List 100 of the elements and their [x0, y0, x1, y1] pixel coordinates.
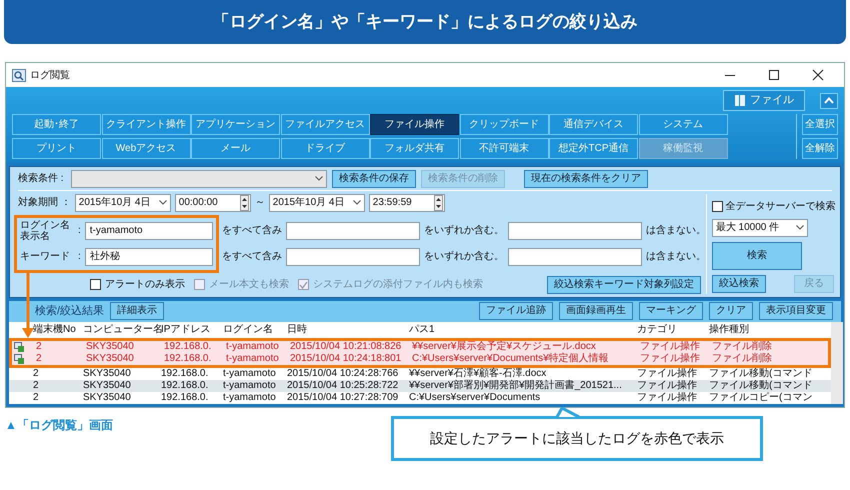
table-cell-text: SKY35040 — [82, 368, 132, 380]
table-row[interactable]: 2 SKY35040 192.168.0. t-yamamoto 2015/10/04 10:25:28:722 ¥¥server¥部署別¥開発部¥開発計画書_201521... ファイル操作 ファイル移動(コマンド — [9, 380, 831, 392]
filter-field[interactable]: t-yamamoto — [84, 222, 213, 240]
action-button[interactable]: ファイル追跡 — [479, 302, 553, 320]
table-cell-text: 2015/10/04 10:25:28:722 — [286, 380, 400, 392]
filter-field[interactable]: 社外秘 — [84, 248, 213, 266]
column-header[interactable]: パス1 — [407, 322, 635, 338]
column-header[interactable]: ログイン名 — [221, 322, 285, 338]
spinner-arrows-icon[interactable] — [434, 194, 443, 210]
checkmark-icon — [299, 280, 308, 288]
table-row[interactable]: 2 SKY35040 192.168.0. t-yamamoto 2015/10/04 10:27:28:709 C:¥Users¥server¥Documents ファイル操作 ファイルコピー(コマン — [9, 392, 831, 404]
date-value: 2015年10月 4日 — [78, 196, 150, 210]
callout-text: 設定したアラートに該当したログを赤色で表示 — [430, 428, 724, 448]
max-results-dropdown[interactable]: 最大 10000 件 — [712, 218, 808, 236]
table-cell-text: 2 — [32, 380, 40, 392]
condition-text: は含まない。 — [646, 250, 706, 264]
table-cell-text: SKY35040 — [82, 380, 132, 392]
date-dropdown[interactable]: 2015年10月 4日 — [74, 194, 171, 212]
collapse-button[interactable] — [820, 92, 838, 108]
table-cell-text: t-yamamoto — [222, 392, 277, 404]
action-button[interactable]: 画面録画再生 — [559, 302, 633, 320]
table-cell-text: ファイル操作 — [639, 352, 701, 364]
condition-button[interactable]: 現在の検索条件をクリア — [524, 170, 648, 188]
field-label: キーワード — [20, 251, 71, 262]
time-field[interactable]: 23:59:59 — [368, 194, 445, 212]
table-cell-text: ¥¥server¥石澤¥顧客-石澤.docx — [408, 368, 548, 380]
banner-title: 「ログイン名」や「キーワード」によるログの絞り込み — [212, 11, 638, 34]
time-field[interactable]: 00:00:00 — [174, 194, 251, 212]
option-label: アラートのみ表示 — [105, 278, 185, 292]
table-cell-text: SKY35040 — [82, 392, 132, 404]
condition-text: をすべて含み — [222, 250, 282, 264]
scrollbar[interactable] — [831, 322, 843, 404]
dropdown-caret-icon[interactable] — [352, 200, 361, 205]
checkbox[interactable] — [90, 279, 101, 290]
table-cell-text: ファイルコピー(コマン — [708, 392, 814, 404]
column-header[interactable]: 操作種別 — [707, 322, 825, 338]
field-label: 表示名 — [20, 230, 51, 242]
column-header[interactable]: カテゴリ — [635, 322, 707, 338]
file-menu-button[interactable]: ファイル — [723, 90, 805, 111]
action-button[interactable]: 表示項目変更 — [759, 302, 833, 320]
column-header[interactable]: コンピューター名 — [81, 322, 159, 338]
window-title: ログ閲覧 — [30, 68, 71, 82]
condition-text: をいずれか含む。 — [424, 224, 504, 238]
table-cell-text: ファイル削除 — [711, 340, 773, 352]
checkbox[interactable] — [712, 200, 723, 212]
dropdown-caret-icon[interactable] — [158, 200, 167, 205]
option-label: システムログの添付ファイル内も検索 — [313, 278, 483, 292]
condition-button[interactable]: 検索条件の保存 — [332, 170, 416, 188]
table-cell-text: 2015/10/04 10:24:18:801 — [289, 352, 402, 364]
date-dropdown[interactable]: 2015年10月 4日 — [268, 194, 365, 212]
label-colon: : — [78, 224, 81, 238]
table-cell-text: C:¥Users¥server¥Documents — [408, 392, 542, 404]
column-settings-button[interactable]: 絞込検索キーワード対象列設定 — [546, 276, 701, 294]
table-cell-text: 2015/10/04 10:21:08:826 — [289, 340, 402, 352]
spinner-arrows-icon[interactable] — [240, 194, 249, 210]
filter-field[interactable] — [508, 248, 642, 266]
time-value: 00:00:00 — [178, 196, 218, 210]
time-value: 23:59:59 — [372, 196, 412, 210]
table-cell-text: ファイル移動(コマンド — [708, 380, 814, 392]
table-row[interactable]: 2 SKY35040 192.168.0. t-yamamoto 2015/10/04 10:21:08:826 ¥¥server¥展示会予定¥スケジュール.docx ファイル操作 ファイル削除 — [12, 340, 828, 352]
condition-text: をすべて含み — [222, 224, 282, 238]
table-cell-text: 192.168.0. — [163, 352, 212, 364]
field-label: ログイン名 — [20, 220, 71, 230]
condition-text: をいずれか含む。 — [424, 250, 504, 264]
table-cell-text: ファイル操作 — [636, 392, 698, 404]
action-button[interactable]: クリア — [709, 302, 753, 320]
table-cell-text: SKY35040 — [85, 352, 135, 364]
field-label: 検索条件 : — [18, 172, 64, 186]
app-icon — [12, 68, 26, 82]
table-cell-text: ファイル操作 — [636, 368, 698, 380]
table-cell-text: ¥¥server¥部署別¥開発部¥開発計画書_201521... — [408, 380, 623, 392]
filter-field[interactable] — [508, 222, 642, 240]
computer-icon — [14, 342, 24, 352]
table-cell-text: ファイル操作 — [639, 340, 701, 352]
table-cell-text: 192.168.0. — [160, 368, 210, 380]
table-cell-text: C:¥Users¥server¥Documents¥特定個人情報 — [411, 352, 610, 364]
dropdown-caret-icon[interactable] — [315, 176, 324, 181]
dropdown-caret-icon[interactable] — [796, 225, 804, 230]
column-header[interactable]: 日時 — [285, 322, 407, 338]
table-cell-text: t-yamamoto — [225, 352, 280, 364]
option-label: 全データサーバーで検索 — [725, 200, 836, 214]
computer-icon — [14, 354, 24, 364]
table-row[interactable]: 2 SKY35040 192.168.0. t-yamamoto 2015/10/04 10:24:18:801 C:¥Users¥server¥Documents¥特定個人情報 ファイル操作 ファイル削除 — [12, 352, 828, 364]
table-cell-text: 192.168.0. — [160, 380, 210, 392]
table-cell-text: 2015/10/04 10:27:28:709 — [286, 392, 400, 404]
search-button[interactable]: 検索 — [712, 242, 802, 270]
table-cell-text: t-yamamoto — [225, 340, 280, 352]
filter-field[interactable] — [286, 248, 420, 266]
table-cell-text: 2 — [32, 368, 40, 380]
book-icon — [734, 94, 746, 107]
date-value: 2015年10月 4日 — [272, 196, 344, 210]
detail-button[interactable]: 詳細表示 — [110, 302, 164, 320]
chevron-up-icon — [824, 97, 834, 104]
column-header[interactable]: 端末機No — [31, 322, 81, 338]
refine-button[interactable]: 絞込検索 — [712, 274, 766, 292]
table-cell-text: 192.168.0. — [163, 340, 212, 352]
category-tab[interactable]: ファイル操作 — [370, 114, 459, 134]
table-row[interactable]: 2 SKY35040 192.168.0. t-yamamoto 2015/10/04 10:24:28:766 ¥¥server¥石澤¥顧客-石澤.docx ファイル操作 ファイル移動(コマンド — [9, 368, 831, 380]
filter-field[interactable] — [286, 222, 420, 240]
action-button[interactable]: マーキング — [639, 302, 703, 320]
